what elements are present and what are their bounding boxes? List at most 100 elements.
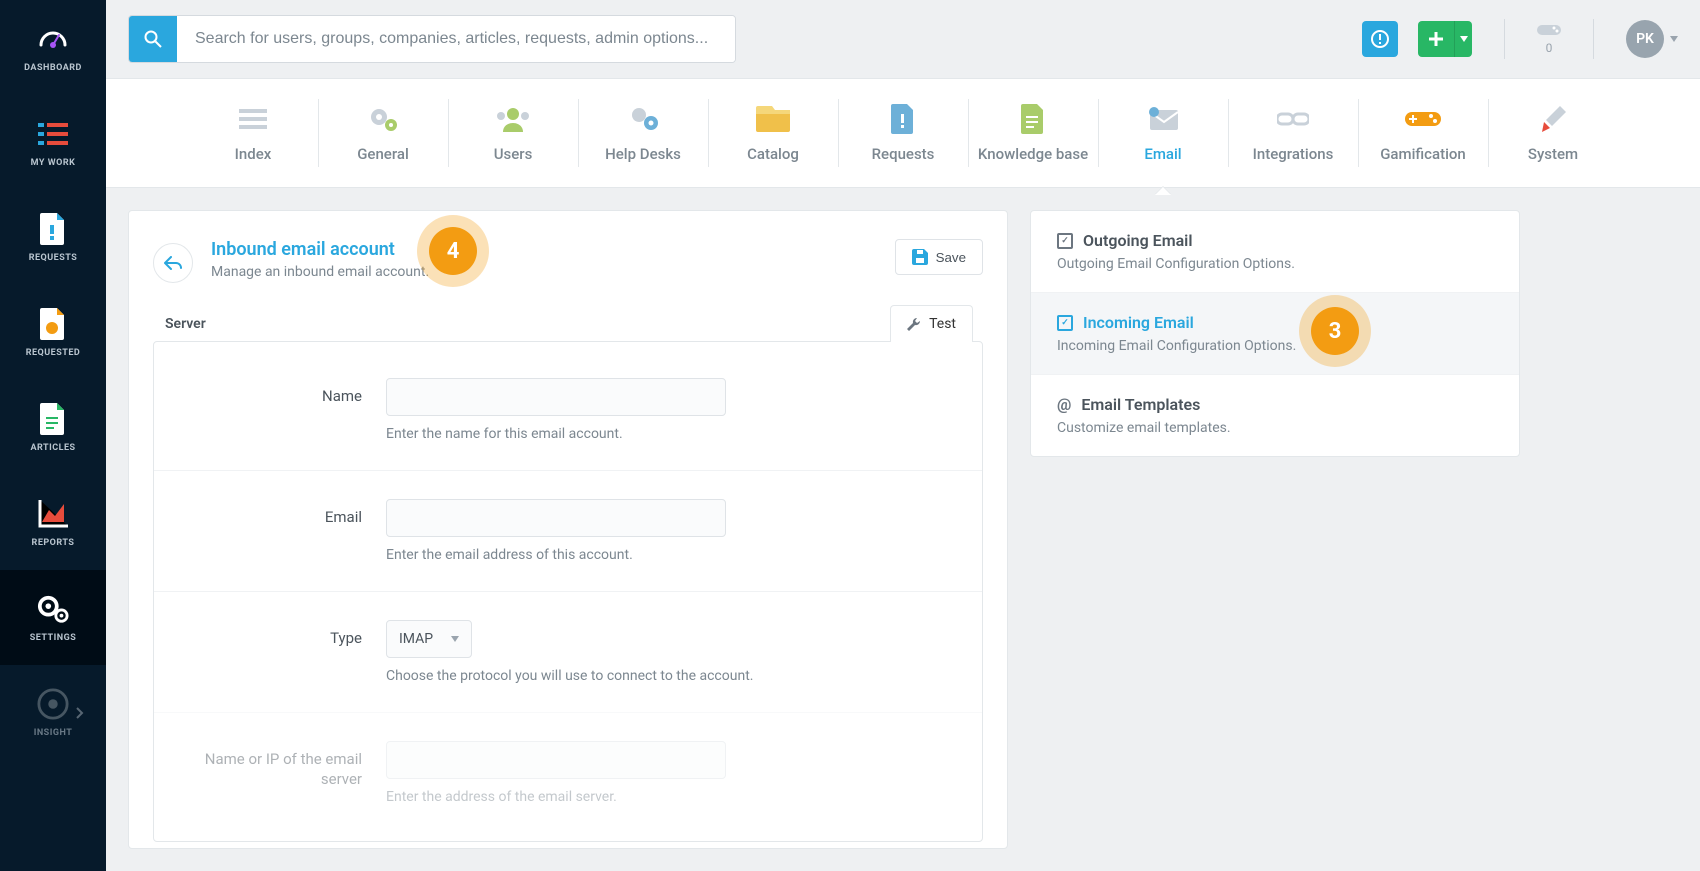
at-icon: @ bbox=[1057, 395, 1071, 414]
save-button[interactable]: Save bbox=[895, 239, 983, 275]
check-square-icon: ✓ bbox=[1057, 315, 1073, 331]
check-square-icon: ✓ bbox=[1057, 233, 1073, 249]
search-icon bbox=[144, 30, 162, 48]
page-title: Inbound email account bbox=[211, 239, 429, 260]
users-icon bbox=[495, 103, 531, 135]
save-label: Save bbox=[936, 250, 966, 265]
divider bbox=[1593, 19, 1594, 59]
notifications-button[interactable] bbox=[1362, 21, 1398, 57]
server-label: Name or IP of the email server bbox=[192, 741, 362, 790]
tab-label: Help Desks bbox=[605, 145, 681, 163]
step-marker-4: 4 bbox=[429, 227, 477, 275]
form-box: Name Enter the name for this email accou… bbox=[153, 341, 983, 842]
name-label: Name bbox=[192, 378, 362, 406]
tab-knowledge-base[interactable]: Knowledge base bbox=[968, 79, 1098, 187]
server-input[interactable] bbox=[386, 741, 726, 779]
alert-icon bbox=[1371, 30, 1389, 48]
type-hint: Choose the protocol you will use to conn… bbox=[386, 668, 944, 684]
tab-label: Users bbox=[494, 145, 533, 163]
settings-tabs: Index General Users Help Desks Catalog R… bbox=[106, 78, 1700, 188]
tab-requests[interactable]: Requests bbox=[838, 79, 968, 187]
avatar: PK bbox=[1626, 20, 1664, 58]
nav-settings[interactable]: SETTINGS bbox=[0, 570, 106, 665]
nav-label: INSIGHT bbox=[34, 728, 73, 738]
wrench-icon bbox=[907, 317, 921, 331]
tab-label: Index bbox=[235, 145, 272, 163]
list-icon bbox=[239, 103, 267, 135]
nav-requested[interactable]: REQUESTED bbox=[0, 285, 106, 380]
nav-dashboard[interactable]: DASHBOARD bbox=[0, 0, 106, 95]
nav-label: REQUESTS bbox=[29, 253, 78, 263]
chevron-right-icon bbox=[76, 707, 84, 719]
side-item-title: Outgoing Email bbox=[1083, 231, 1193, 250]
file-alert-icon bbox=[891, 103, 915, 135]
gamepad-icon bbox=[1537, 23, 1561, 37]
tab-label: Integrations bbox=[1253, 145, 1334, 163]
list-icon bbox=[37, 118, 69, 150]
gamepad-icon bbox=[1405, 103, 1441, 135]
user-menu[interactable]: PK bbox=[1626, 20, 1678, 58]
caret-down-icon bbox=[1670, 36, 1678, 42]
left-nav: DASHBOARD MY WORK REQUESTS REQUESTED ART… bbox=[0, 0, 106, 871]
page-subtitle: Manage an inbound email account. bbox=[211, 264, 429, 280]
envelope-icon bbox=[1146, 103, 1180, 135]
type-value: IMAP bbox=[399, 631, 433, 647]
tab-label: General bbox=[357, 145, 409, 163]
type-select[interactable]: IMAP bbox=[386, 620, 472, 658]
folder-icon bbox=[756, 103, 790, 135]
nav-label: REPORTS bbox=[32, 538, 75, 548]
link-icon bbox=[1277, 103, 1309, 135]
add-button[interactable] bbox=[1418, 21, 1454, 57]
add-dropdown-toggle[interactable] bbox=[1454, 21, 1472, 57]
name-input[interactable] bbox=[386, 378, 726, 416]
chart-icon bbox=[37, 498, 69, 530]
email-input[interactable] bbox=[386, 499, 726, 537]
tab-integrations[interactable]: Integrations bbox=[1228, 79, 1358, 187]
helpdesk-icon bbox=[627, 103, 659, 135]
side-item-incoming-email[interactable]: ✓ Incoming Email Incoming Email Configur… bbox=[1031, 293, 1519, 375]
nav-articles[interactable]: ARTICLES bbox=[0, 380, 106, 475]
email-label: Email bbox=[192, 499, 362, 527]
test-tab[interactable]: Test bbox=[890, 305, 973, 342]
server-tab[interactable]: Server bbox=[163, 306, 208, 342]
nav-my-work[interactable]: MY WORK bbox=[0, 95, 106, 190]
nav-label: REQUESTED bbox=[26, 348, 81, 358]
nav-label: SETTINGS bbox=[30, 633, 77, 643]
tab-users[interactable]: Users bbox=[448, 79, 578, 187]
search-wrap bbox=[128, 15, 736, 63]
gauge-icon bbox=[37, 23, 69, 55]
tab-label: Catalog bbox=[747, 145, 799, 163]
side-item-email-templates[interactable]: @ Email Templates Customize email templa… bbox=[1031, 375, 1519, 456]
tab-catalog[interactable]: Catalog bbox=[708, 79, 838, 187]
gears-icon bbox=[37, 593, 69, 625]
reply-icon bbox=[164, 256, 182, 270]
tab-email[interactable]: Email bbox=[1098, 79, 1228, 187]
divider bbox=[1504, 19, 1505, 59]
tab-label: System bbox=[1528, 145, 1578, 163]
nav-reports[interactable]: REPORTS bbox=[0, 475, 106, 570]
top-bar: 0 PK bbox=[106, 0, 1700, 78]
search-input[interactable] bbox=[177, 16, 735, 62]
side-item-outgoing-email[interactable]: ✓ Outgoing Email Outgoing Email Configur… bbox=[1031, 211, 1519, 293]
save-icon bbox=[912, 249, 928, 265]
test-label: Test bbox=[929, 316, 956, 332]
tab-gamification[interactable]: Gamification bbox=[1358, 79, 1488, 187]
tab-helpdesks[interactable]: Help Desks bbox=[578, 79, 708, 187]
type-label: Type bbox=[192, 620, 362, 648]
nav-label: DASHBOARD bbox=[24, 63, 82, 73]
nav-requests[interactable]: REQUESTS bbox=[0, 190, 106, 285]
side-panel: 3 ✓ Outgoing Email Outgoing Email Config… bbox=[1030, 210, 1520, 457]
tab-system[interactable]: System bbox=[1488, 79, 1618, 187]
search-button[interactable] bbox=[129, 16, 177, 62]
nav-insight[interactable]: INSIGHT bbox=[0, 665, 106, 760]
tab-general[interactable]: General bbox=[318, 79, 448, 187]
back-button[interactable] bbox=[153, 243, 193, 283]
server-hint: Enter the address of the email server. bbox=[386, 789, 944, 805]
side-item-title: Incoming Email bbox=[1083, 313, 1194, 332]
top-actions: 0 PK bbox=[1362, 19, 1678, 59]
nav-label: ARTICLES bbox=[30, 443, 75, 453]
caret-down-icon bbox=[451, 636, 459, 642]
file-alert-icon bbox=[37, 213, 69, 245]
tab-index[interactable]: Index bbox=[188, 79, 318, 187]
gamification-score[interactable]: 0 bbox=[1537, 23, 1561, 55]
